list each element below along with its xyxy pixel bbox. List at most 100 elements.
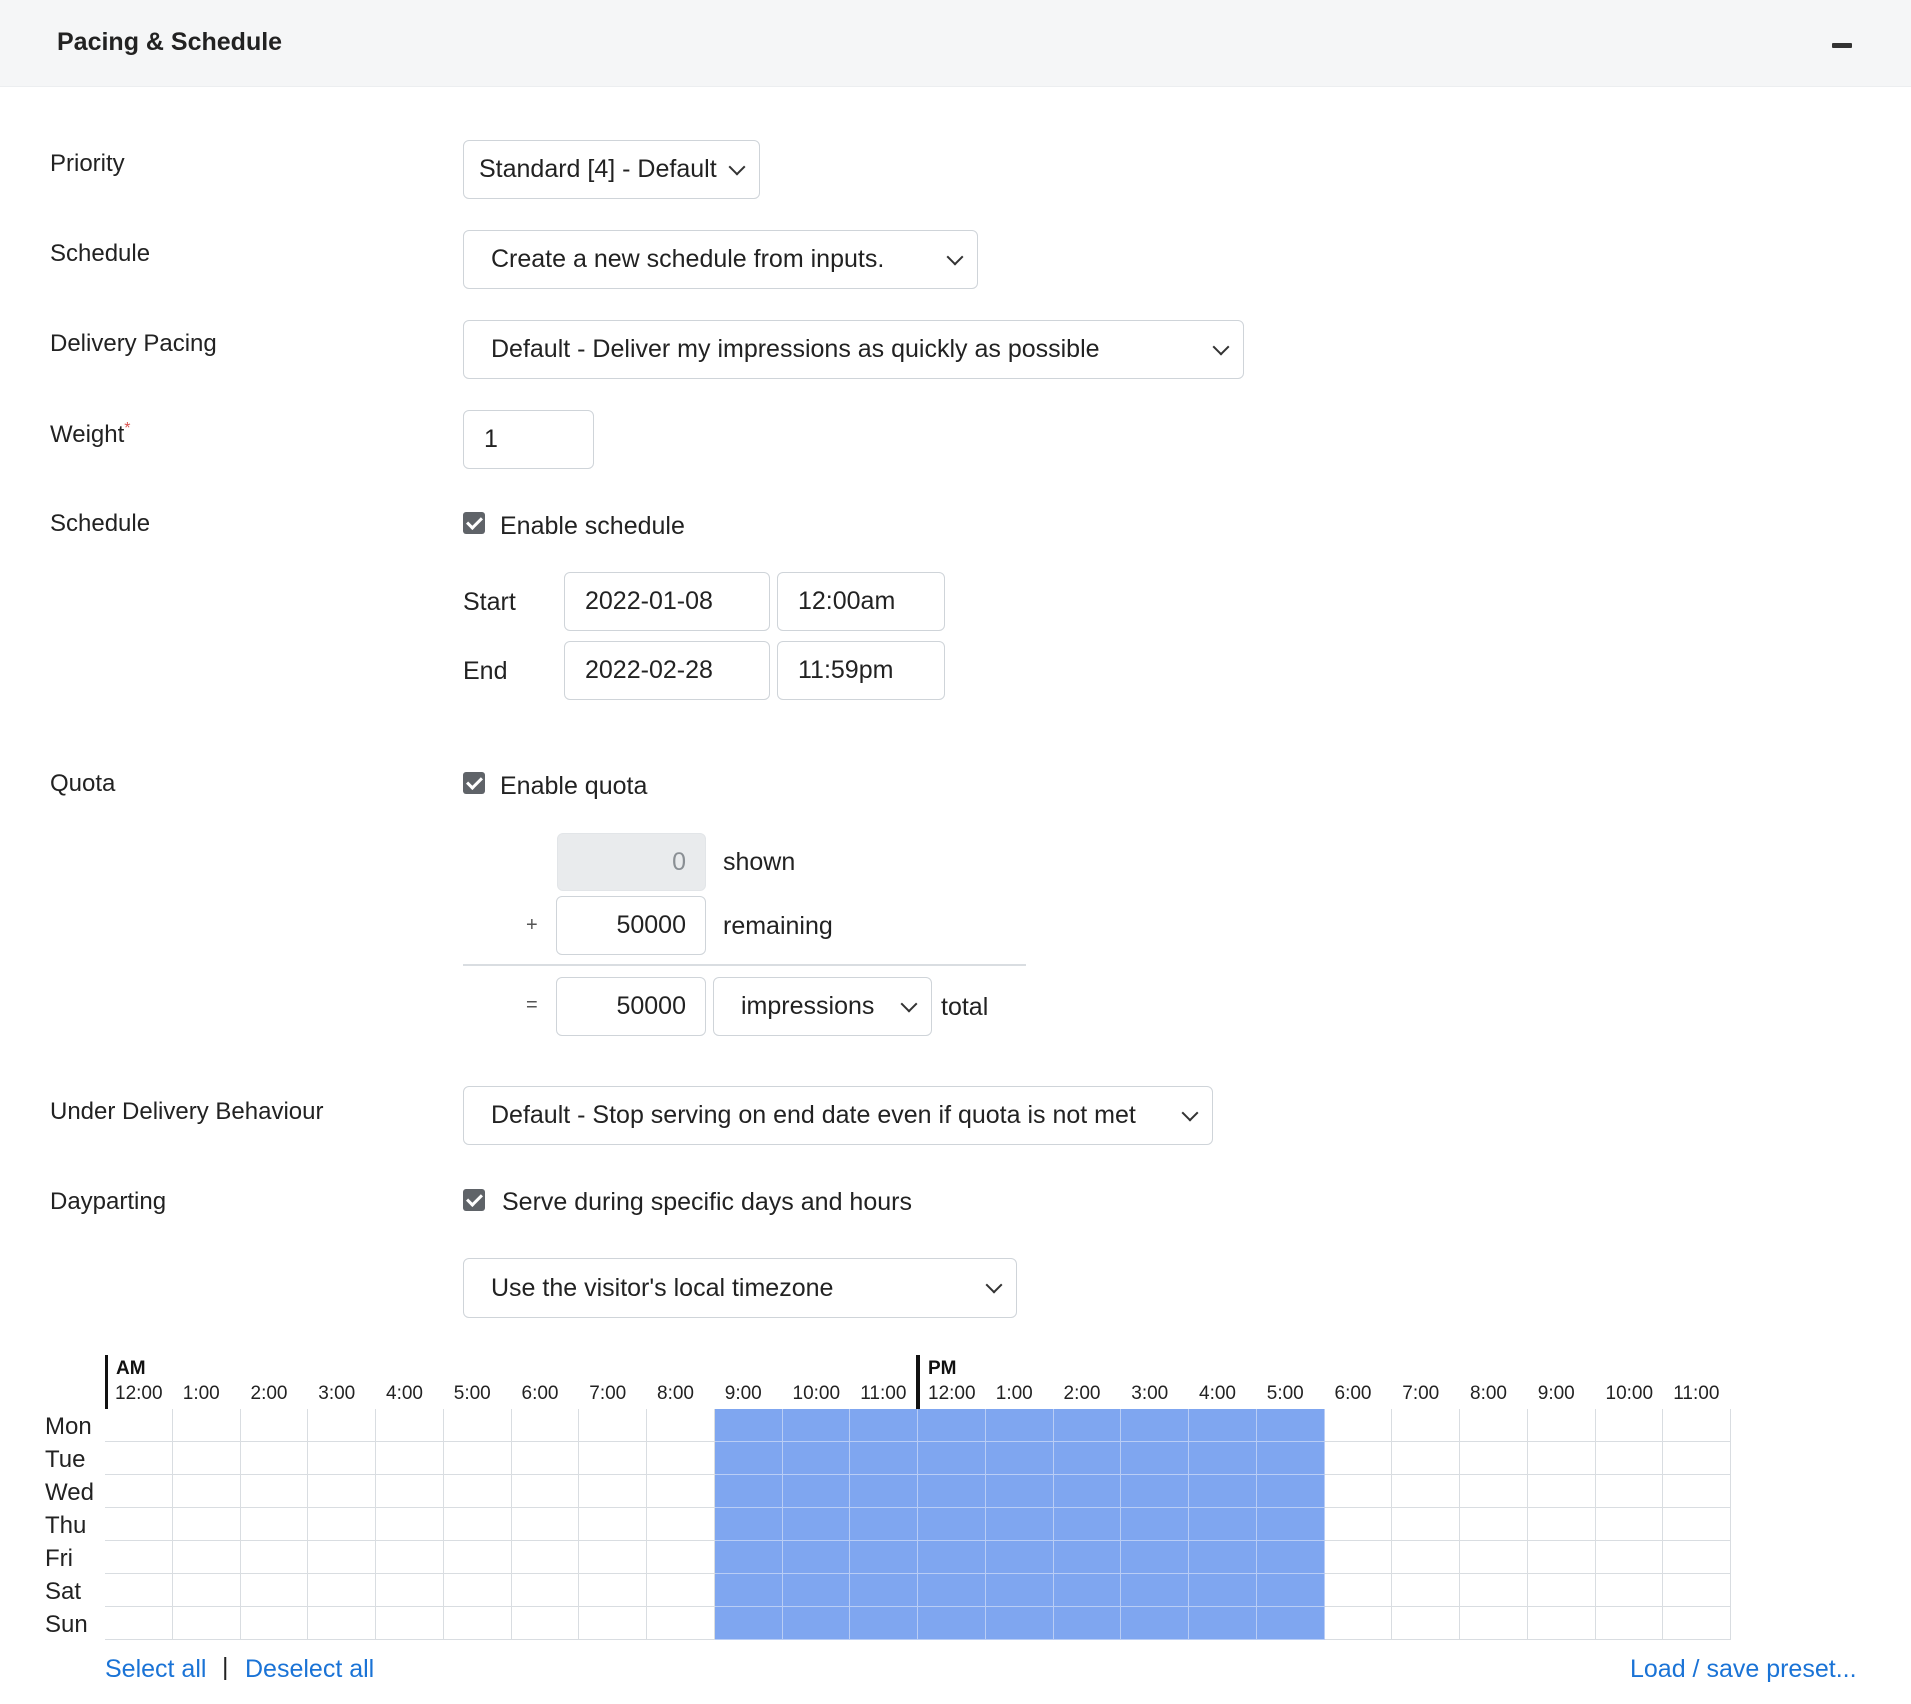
hour-cell[interactable] — [1527, 1475, 1596, 1508]
hour-cell[interactable] — [1663, 1508, 1731, 1541]
hour-cell[interactable] — [1392, 1442, 1460, 1475]
hour-cell[interactable] — [782, 1574, 851, 1607]
hour-cell[interactable] — [1392, 1475, 1460, 1508]
hour-cell[interactable] — [1053, 1442, 1122, 1475]
hour-cell[interactable] — [1189, 1409, 1257, 1442]
hour-cell[interactable] — [105, 1409, 173, 1442]
hour-cell[interactable] — [1663, 1541, 1731, 1574]
hour-cell[interactable] — [1189, 1508, 1257, 1541]
hour-cell[interactable] — [1663, 1409, 1731, 1442]
load-save-preset-link[interactable]: Load / save preset... — [1630, 1655, 1857, 1684]
hour-cell[interactable] — [1121, 1508, 1189, 1541]
hour-cell[interactable] — [850, 1541, 918, 1574]
hour-cell[interactable] — [1053, 1475, 1122, 1508]
hour-cell[interactable] — [1121, 1475, 1189, 1508]
hour-cell[interactable] — [511, 1508, 580, 1541]
hour-cell[interactable] — [1527, 1508, 1596, 1541]
hour-cell[interactable] — [308, 1508, 376, 1541]
hour-cell[interactable] — [1460, 1508, 1528, 1541]
hour-cell[interactable] — [1392, 1607, 1460, 1640]
dayparting-checkbox[interactable] — [463, 1189, 485, 1211]
hour-cell[interactable] — [1663, 1607, 1731, 1640]
deselect-all-link[interactable]: Deselect all — [245, 1655, 374, 1684]
hour-cell[interactable] — [443, 1442, 512, 1475]
hour-cell[interactable] — [647, 1409, 715, 1442]
hour-cell[interactable] — [240, 1574, 309, 1607]
hour-cell[interactable] — [1663, 1475, 1731, 1508]
hour-cell[interactable] — [511, 1475, 580, 1508]
priority-select[interactable]: Standard [4] - Default — [463, 140, 760, 199]
hour-cell[interactable] — [1527, 1442, 1596, 1475]
hour-cell[interactable] — [1189, 1442, 1257, 1475]
hour-cell[interactable] — [1663, 1442, 1731, 1475]
hour-cell[interactable] — [240, 1541, 309, 1574]
panel-header[interactable]: Pacing & Schedule — [0, 0, 1911, 87]
hour-cell[interactable] — [1663, 1574, 1731, 1607]
hour-cell[interactable] — [782, 1607, 851, 1640]
hour-cell[interactable] — [1595, 1409, 1664, 1442]
hour-grid-cells[interactable] — [105, 1409, 1731, 1640]
hour-cell[interactable] — [308, 1409, 376, 1442]
hour-cell[interactable] — [1392, 1508, 1460, 1541]
hour-cell[interactable] — [714, 1607, 783, 1640]
end-date-input[interactable]: 2022-02-28 — [564, 641, 770, 700]
hour-cell[interactable] — [714, 1409, 783, 1442]
hour-cell[interactable] — [1595, 1442, 1664, 1475]
enable-schedule-checkbox[interactable] — [463, 512, 485, 534]
hour-cell[interactable] — [1324, 1574, 1393, 1607]
weight-input[interactable]: 1 — [463, 410, 594, 469]
hour-cell[interactable] — [579, 1541, 647, 1574]
select-all-link[interactable]: Select all — [105, 1655, 206, 1684]
hour-cell[interactable] — [105, 1607, 173, 1640]
collapse-icon[interactable] — [1832, 40, 1852, 50]
end-time-input[interactable]: 11:59pm — [777, 641, 945, 700]
hour-cell[interactable] — [985, 1442, 1054, 1475]
hour-cell[interactable] — [240, 1409, 309, 1442]
hour-cell[interactable] — [1324, 1442, 1393, 1475]
quota-unit-select[interactable]: impressions — [713, 977, 932, 1036]
hour-cell[interactable] — [308, 1541, 376, 1574]
hour-cell[interactable] — [240, 1475, 309, 1508]
hour-cell[interactable] — [985, 1541, 1054, 1574]
hour-cell[interactable] — [647, 1442, 715, 1475]
hour-cell[interactable] — [1324, 1508, 1393, 1541]
hour-cell[interactable] — [376, 1541, 444, 1574]
hour-cell[interactable] — [1053, 1607, 1122, 1640]
hour-cell[interactable] — [579, 1574, 647, 1607]
hour-cell[interactable] — [1189, 1541, 1257, 1574]
hour-cell[interactable] — [1121, 1541, 1189, 1574]
hour-cell[interactable] — [172, 1574, 241, 1607]
hour-cell[interactable] — [782, 1409, 851, 1442]
hour-cell[interactable] — [1121, 1574, 1189, 1607]
hour-cell[interactable] — [1595, 1475, 1664, 1508]
hour-cell[interactable] — [918, 1574, 986, 1607]
hour-cell[interactable] — [443, 1508, 512, 1541]
hour-cell[interactable] — [1121, 1409, 1189, 1442]
hour-cell[interactable] — [714, 1475, 783, 1508]
hour-cell[interactable] — [376, 1607, 444, 1640]
hour-cell[interactable] — [105, 1508, 173, 1541]
hour-cell[interactable] — [105, 1475, 173, 1508]
hour-cell[interactable] — [1324, 1541, 1393, 1574]
hour-cell[interactable] — [714, 1442, 783, 1475]
hour-cell[interactable] — [850, 1607, 918, 1640]
hour-cell[interactable] — [647, 1541, 715, 1574]
hour-cell[interactable] — [105, 1574, 173, 1607]
hour-cell[interactable] — [511, 1607, 580, 1640]
hour-cell[interactable] — [1595, 1508, 1664, 1541]
hour-cell[interactable] — [240, 1442, 309, 1475]
hour-cell[interactable] — [1256, 1541, 1325, 1574]
hour-cell[interactable] — [850, 1442, 918, 1475]
hour-cell[interactable] — [1053, 1508, 1122, 1541]
hour-cell[interactable] — [105, 1442, 173, 1475]
hour-cell[interactable] — [918, 1442, 986, 1475]
hour-cell[interactable] — [985, 1409, 1054, 1442]
hour-cell[interactable] — [308, 1574, 376, 1607]
hour-cell[interactable] — [105, 1541, 173, 1574]
hour-cell[interactable] — [782, 1541, 851, 1574]
hour-cell[interactable] — [511, 1409, 580, 1442]
hour-cell[interactable] — [918, 1409, 986, 1442]
hour-cell[interactable] — [579, 1409, 647, 1442]
hour-cell[interactable] — [714, 1574, 783, 1607]
hour-cell[interactable] — [647, 1607, 715, 1640]
